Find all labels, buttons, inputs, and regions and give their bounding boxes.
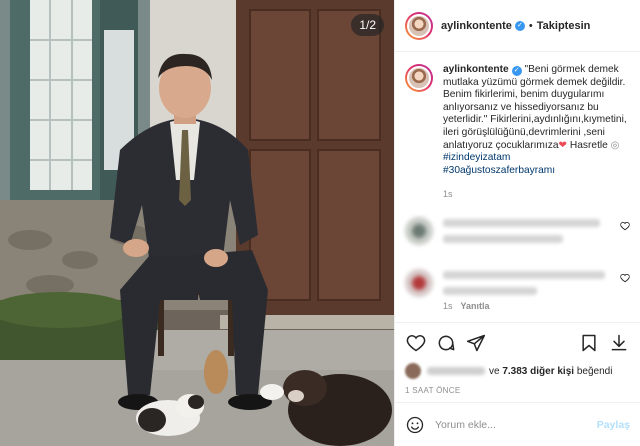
likes-and: ve — [489, 365, 500, 377]
header-username[interactable]: aylinkontente — [441, 20, 512, 32]
liker-avatar-blurred[interactable] — [405, 363, 421, 379]
save-button[interactable] — [576, 330, 602, 356]
comment-avatar-blurred[interactable] — [405, 217, 433, 246]
caption-text: aylinkontente ✓ "Beni görmek demek mutlak… — [443, 64, 630, 177]
caption-username[interactable]: aylinkontente — [443, 64, 509, 75]
verified-icon: ✓ — [514, 20, 525, 31]
post-photo[interactable]: 1/2 — [0, 0, 394, 446]
photo-illustration — [0, 0, 394, 446]
caption-after-heart: Hasretle — [567, 139, 608, 151]
post-side-panel: aylinkontente ✓ • Takiptesin aylinkonten… — [394, 0, 640, 446]
comment-age: 1s — [443, 301, 453, 312]
follow-status-button[interactable]: Takiptesin — [537, 20, 591, 32]
avatar[interactable] — [405, 11, 433, 40]
add-comment-bar: Paylaş — [395, 402, 640, 446]
comment-item — [405, 269, 630, 303]
like-button[interactable] — [403, 330, 429, 356]
separator-dot: • — [528, 19, 533, 32]
comment-button[interactable] — [433, 330, 459, 356]
likes-others-link[interactable]: 7.383 diğer kişi — [502, 366, 574, 377]
instagram-post: 1/2 aylinkontente ✓ • Takiptesin aylinko… — [0, 0, 640, 446]
download-button[interactable] — [606, 330, 632, 356]
liker-name-blurred[interactable] — [427, 367, 485, 375]
comment-avatar-blurred[interactable] — [405, 269, 433, 298]
paper-plane-icon — [466, 334, 486, 351]
likes-liked: beğendi — [576, 365, 613, 377]
comment-item — [405, 217, 630, 251]
bookmark-icon — [582, 334, 596, 351]
reply-button[interactable]: Yanıtla — [461, 301, 490, 311]
post-comment-button[interactable]: Paylaş — [597, 419, 630, 431]
post-caption: aylinkontente ✓ "Beni görmek demek mutlak… — [405, 64, 630, 177]
comment-like-icon[interactable] — [620, 221, 630, 231]
hashtag-link[interactable]: #30ağustoszaferbayramı — [443, 165, 555, 176]
comment-input[interactable] — [435, 418, 597, 431]
emoji-icon[interactable] — [405, 415, 425, 435]
download-icon — [611, 334, 627, 350]
caption-age: 1s — [443, 189, 453, 200]
heart-icon — [406, 334, 426, 351]
comment-text-blurred — [443, 269, 614, 303]
likes-summary: ve 7.383 diğer kişi beğendi — [395, 362, 640, 380]
mention-icon: ◎ — [610, 139, 620, 151]
red-heart-icon: ❤ — [558, 139, 568, 151]
avatar-image — [407, 13, 431, 38]
share-button[interactable] — [463, 330, 489, 356]
post-timestamp: 1 SAAT ÖNCE — [405, 386, 461, 395]
post-header: aylinkontente ✓ • Takiptesin — [395, 0, 640, 52]
comment-icon — [438, 335, 455, 350]
photo-counter: 1/2 — [351, 14, 384, 36]
verified-icon: ✓ — [511, 66, 522, 76]
avatar-image — [407, 66, 431, 90]
comment-text-blurred — [443, 217, 614, 251]
hashtag-link[interactable]: #izindeyizatam — [443, 152, 510, 163]
comment-like-icon[interactable] — [620, 273, 630, 283]
action-bar — [395, 322, 640, 362]
caption-avatar[interactable] — [405, 64, 433, 92]
comments-section: aylinkontente ✓ "Beni görmek demek mutlak… — [395, 52, 640, 322]
